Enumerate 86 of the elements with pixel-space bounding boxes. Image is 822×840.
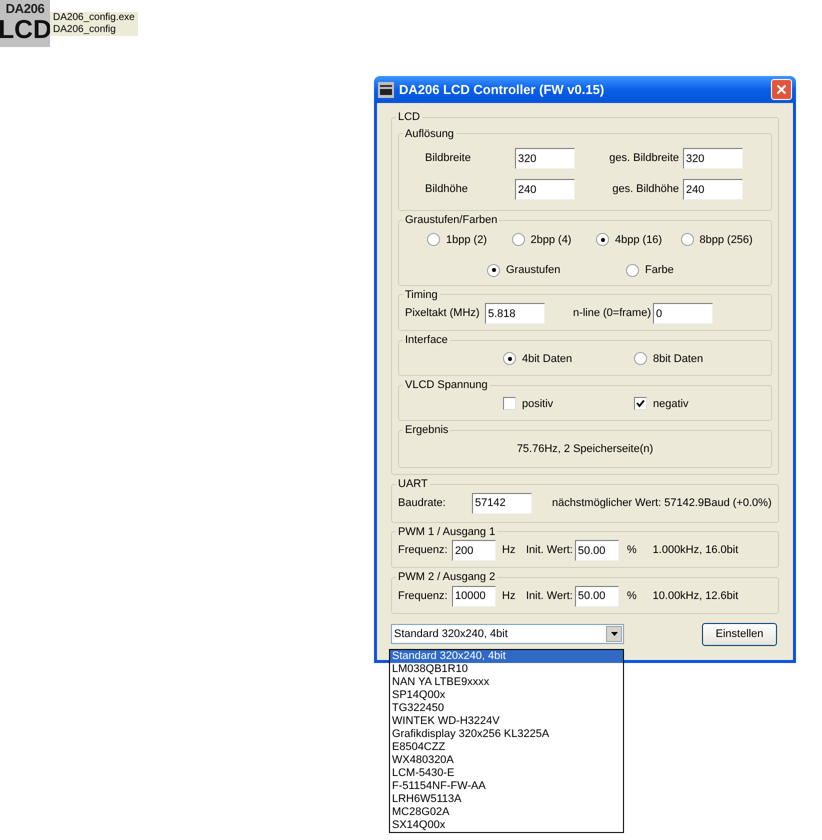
text-field[interactable]: 5.818 <box>485 303 545 324</box>
file-name: DA206_config.exe <box>53 12 135 24</box>
unit-label: % <box>626 543 637 558</box>
dropdown-option[interactable]: LCM-5430-E <box>390 767 623 780</box>
text-field[interactable]: 240 <box>683 179 743 200</box>
check-icon <box>636 399 645 408</box>
dropdown-option[interactable]: NAN YA LTBE9xxxx <box>390 676 623 689</box>
radio-label: 2bpp (4) <box>530 232 572 248</box>
text-field[interactable]: 200 <box>452 540 496 561</box>
radio-label: Farbe <box>645 263 674 278</box>
dropdown-option[interactable]: WX480320A <box>390 754 623 767</box>
dropdown-option[interactable]: SP14Q00x <box>390 689 623 702</box>
radio-label: 8bpp (256) <box>700 232 753 248</box>
group-title: Graustufen/Farben <box>404 213 498 228</box>
field-label: Bildbreite <box>425 151 472 166</box>
field-label: Baudrate: <box>398 496 447 511</box>
text-field[interactable]: 57142 <box>472 492 532 514</box>
group-title: Timing <box>404 288 439 302</box>
dropdown-option[interactable]: TG322450 <box>390 702 623 715</box>
einstellen-button[interactable]: Einstellen <box>702 622 777 646</box>
group-title: Auflösung <box>404 126 455 142</box>
caret-icon <box>610 632 618 636</box>
radio-button[interactable] <box>487 264 500 277</box>
lcd-icon <box>378 82 394 98</box>
radio-button[interactable] <box>503 352 516 366</box>
group-title: LCD <box>397 110 422 125</box>
dropdown-option[interactable]: Standard 320x240, 4bit <box>390 650 623 663</box>
group-title: PWM 2 / Ausgang 2 <box>397 570 496 585</box>
group-title: VLCD Spannung <box>404 378 489 393</box>
unit-label: Hz <box>502 588 516 604</box>
radio-label: 4bpp (16) <box>615 232 662 248</box>
field-label: Frequenz: <box>398 588 449 604</box>
dropdown-option[interactable]: LRH6W5113A <box>390 793 623 806</box>
text-field[interactable]: 50.00 <box>574 540 619 561</box>
pwm-info: 1.000kHz, 16.0bit <box>652 543 738 558</box>
radio-button[interactable] <box>512 233 524 246</box>
radio-label: 4bit Daten <box>522 352 572 366</box>
dropdown-option[interactable]: LM038QB1R10 <box>390 663 623 676</box>
dropdown-option[interactable]: E8504CZZ <box>390 741 623 754</box>
dropdown-option[interactable]: MC28G02A <box>390 806 623 819</box>
unit-label: % <box>626 588 637 604</box>
dropdown-option[interactable]: WINTEK WD-H3224V <box>390 715 623 728</box>
dropdown-arrow-button[interactable] <box>606 626 622 642</box>
unit-label: Hz <box>502 543 516 558</box>
preset-dropdown[interactable]: Standard 320x240, 4bit <box>391 624 624 644</box>
field-label: Frequenz: <box>398 543 449 558</box>
field-label: ges. Bildhöhe <box>611 182 680 198</box>
close-button[interactable] <box>771 79 792 100</box>
text-field[interactable]: 10000 <box>452 586 496 606</box>
field-label: Pixeltakt (MHz) <box>405 306 481 322</box>
dropdown-option[interactable]: F-51154NF-FW-AA <box>390 780 623 793</box>
dropdown-option[interactable]: SX14Q00x <box>390 819 623 832</box>
checkbox-label: positiv <box>522 396 554 412</box>
radio-label: Graustufen <box>506 263 560 278</box>
checkbox[interactable] <box>503 397 516 410</box>
radio-button[interactable] <box>634 352 647 366</box>
radio-button[interactable] <box>427 233 440 246</box>
group-title: Interface <box>404 333 449 348</box>
file-name: DA206_config <box>53 24 117 36</box>
text-field[interactable]: 240 <box>515 179 575 200</box>
field-label: Bildhöhe <box>425 182 469 198</box>
group-title: PWM 1 / Ausgang 1 <box>397 524 496 540</box>
field-label: Init. Wert: <box>526 543 573 558</box>
radio-button[interactable] <box>680 233 694 246</box>
result-text: 75.76Hz, 2 Speicherseite(n) <box>516 442 654 456</box>
window-title: DA206 LCD Controller (FW v0.15) <box>399 80 606 99</box>
radio-button[interactable] <box>596 233 609 246</box>
radio-label: 8bit Daten <box>653 352 704 366</box>
close-icon <box>776 84 787 95</box>
text-field[interactable]: 320 <box>515 148 575 169</box>
field-label: Init. Wert: <box>526 588 573 604</box>
dropdown-option[interactable]: Grafikdisplay 320x256 KL3225A <box>390 728 623 741</box>
baud-info: nächstmöglicher Wert: 57142.9Baud (+0.0%) <box>552 496 772 511</box>
group-title: UART <box>397 477 429 492</box>
pwm-info: 10.00kHz, 12.6bit <box>652 588 738 604</box>
text-field[interactable]: 0 <box>653 303 713 324</box>
text-field[interactable]: 320 <box>683 148 743 169</box>
field-label: n-line (0=frame) <box>572 306 652 322</box>
app-logo[interactable]: DA206 LCD <box>0 0 50 47</box>
radio-button[interactable] <box>626 264 639 277</box>
checkbox-label: negativ <box>653 396 688 412</box>
text-field[interactable]: 50.00 <box>574 586 619 606</box>
field-label: ges. Bildbreite <box>608 151 680 166</box>
group-title: Ergebnis <box>404 423 450 438</box>
checkbox[interactable] <box>634 397 647 410</box>
radio-label: 1bpp (2) <box>446 232 487 248</box>
